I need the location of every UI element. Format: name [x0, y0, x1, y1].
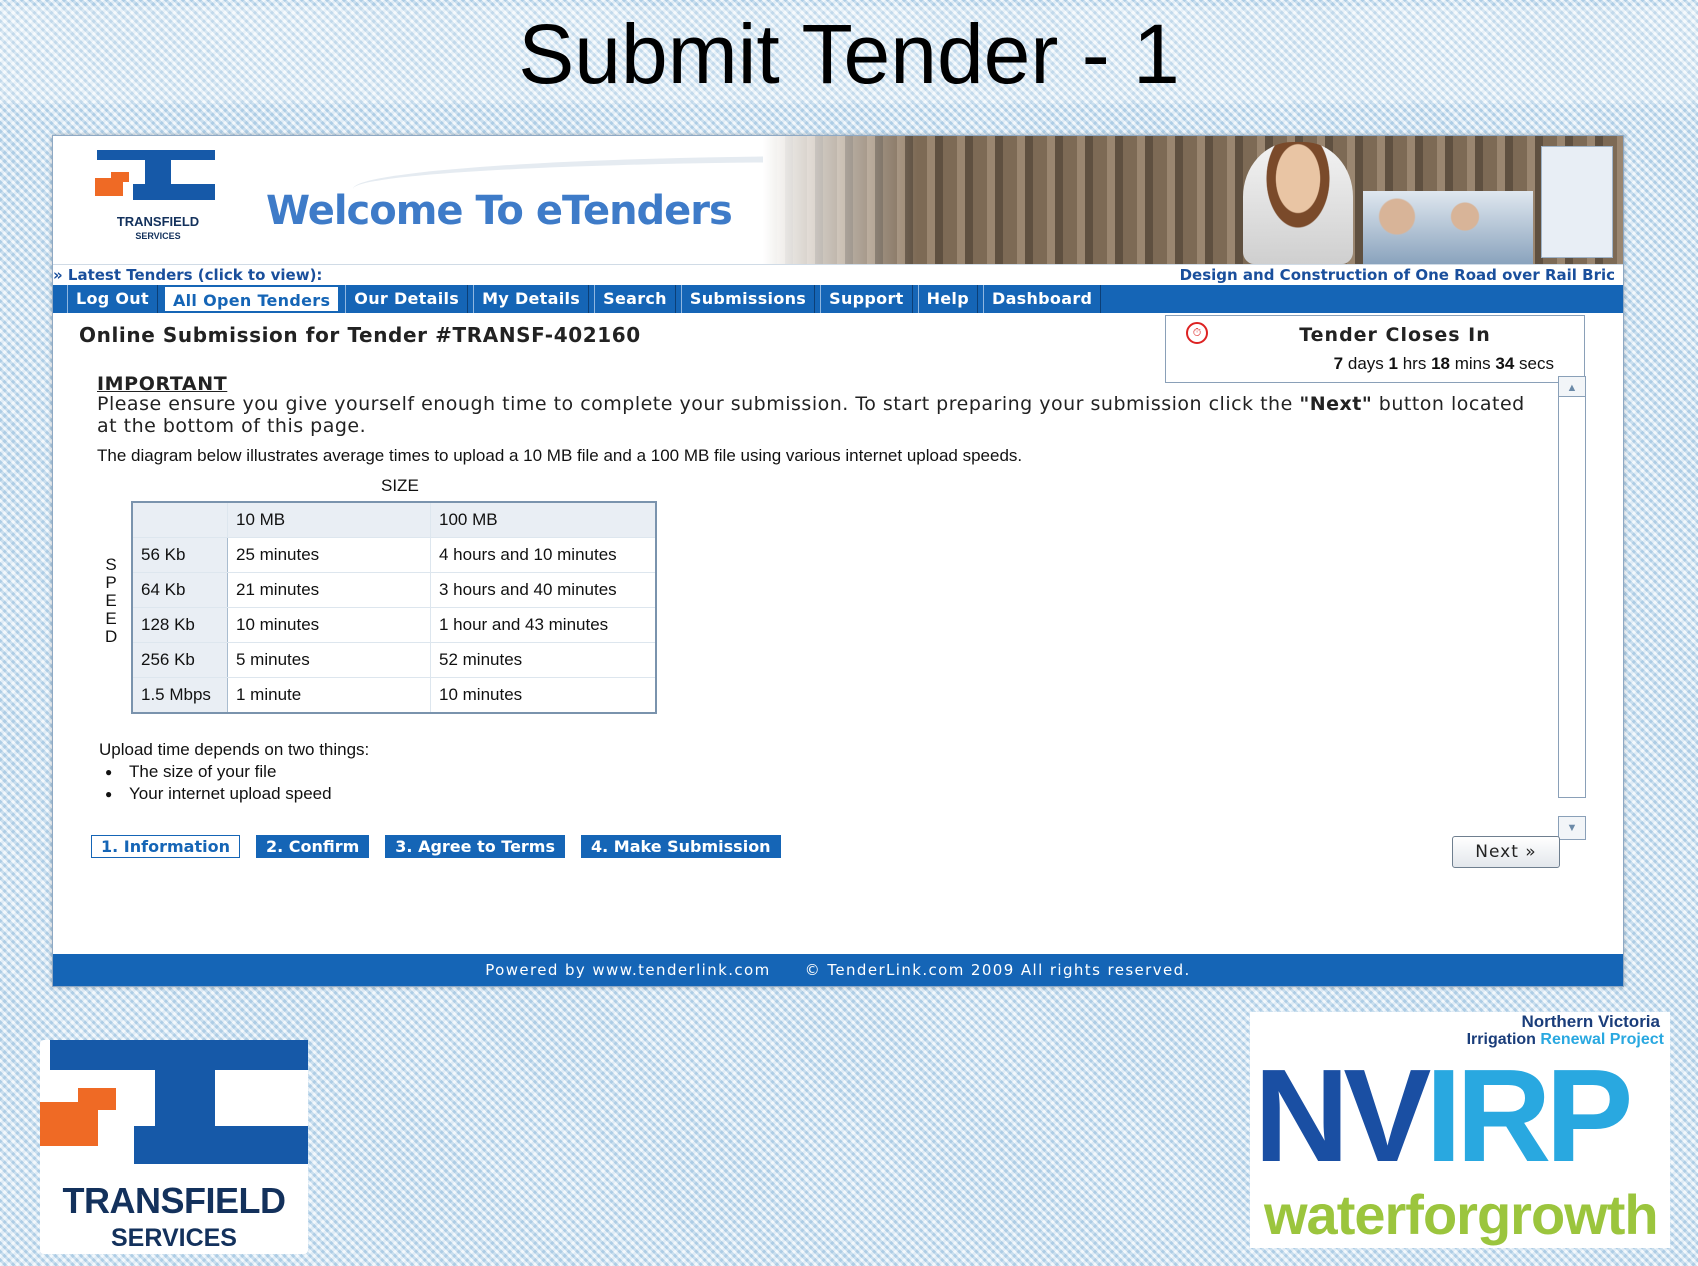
- scroll-track[interactable]: [1558, 396, 1586, 798]
- browser-frame: TRANSFIELD SERVICES Welcome To eTenders …: [52, 135, 1624, 987]
- welcome-heading: Welcome To eTenders: [266, 188, 733, 234]
- submission-steps: 1. Information 2. Confirm 3. Agree to Te…: [91, 835, 781, 858]
- nav-support[interactable]: Support: [820, 285, 913, 313]
- table-cell: 21 minutes: [227, 572, 431, 608]
- countdown: 7 days 1 hrs 18 mins 34 secs: [1333, 354, 1554, 373]
- table-cell: 1 hour and 43 minutes: [430, 607, 657, 643]
- nav-all-open-tenders[interactable]: All Open Tenders: [162, 285, 341, 313]
- size-axis-label: SIZE: [381, 476, 419, 495]
- nav-our-details[interactable]: Our Details: [345, 285, 469, 313]
- transfield-logo-small: TRANSFIELD SERVICES: [93, 150, 223, 250]
- table-row-header: 128 Kb: [131, 607, 228, 643]
- nvirp-logo-wordmark: NVIRP: [1254, 1042, 1633, 1189]
- speed-axis-label: SPEED: [105, 555, 118, 646]
- step-make-submission[interactable]: 4. Make Submission: [581, 835, 781, 858]
- submission-title: Online Submission for Tender #TRANSF-402…: [79, 323, 641, 347]
- main-nav: Log Out All Open Tenders Our Details My …: [53, 285, 1623, 313]
- transfield-logo: TRANSFIELD SERVICES: [40, 1040, 308, 1254]
- content-scrollbar[interactable]: ▲ ▼: [1558, 376, 1586, 840]
- step-agree-to-terms[interactable]: 3. Agree to Terms: [385, 835, 565, 858]
- table-row-header: 56 Kb: [131, 537, 228, 573]
- nav-help[interactable]: Help: [917, 285, 978, 313]
- footer-powered-by[interactable]: Powered by www.tenderlink.com: [485, 961, 770, 979]
- banner-people-image: [1363, 191, 1533, 264]
- latest-tenders-label[interactable]: » Latest Tenders (click to view):: [53, 265, 322, 285]
- table-cell: 5 minutes: [227, 642, 431, 678]
- table-header-row: 10 MB 100 MB: [131, 501, 657, 538]
- table-cell: 3 hours and 40 minutes: [430, 572, 657, 608]
- table-cell: 10 minutes: [430, 677, 657, 714]
- latest-tenders-bar: » Latest Tenders (click to view): Design…: [53, 264, 1623, 285]
- upload-times-table: 10 MB 100 MB 56 Kb 25 minutes 4 hours an…: [131, 501, 657, 714]
- table-row-header: 64 Kb: [131, 572, 228, 608]
- table-cell: 1 minute: [227, 677, 431, 714]
- nav-search[interactable]: Search: [594, 285, 676, 313]
- latest-tender-ticker-link[interactable]: Design and Construction of One Road over…: [1180, 265, 1615, 285]
- step-information[interactable]: 1. Information: [91, 835, 240, 858]
- table-row: 64 Kb 21 minutes 3 hours and 40 minutes: [131, 572, 657, 608]
- content-area: Online Submission for Tender #TRANSF-402…: [53, 313, 1623, 903]
- table-row: 56 Kb 25 minutes 4 hours and 10 minutes: [131, 537, 657, 573]
- tender-closes-label: Tender Closes In: [1299, 324, 1491, 346]
- logo-subtext: SERVICES: [135, 231, 181, 241]
- nav-submissions[interactable]: Submissions: [680, 285, 816, 313]
- table-row-header: 1.5 Mbps: [131, 677, 228, 714]
- nav-my-details[interactable]: My Details: [473, 285, 590, 313]
- important-text: Please ensure you give yourself enough t…: [97, 393, 1525, 437]
- table-row: 128 Kb 10 minutes 1 hour and 43 minutes: [131, 607, 657, 643]
- list-item: The size of your file: [99, 761, 332, 783]
- scroll-down-arrow-icon[interactable]: ▼: [1558, 816, 1586, 840]
- table-cell: 4 hours and 10 minutes: [430, 537, 657, 573]
- nvirp-logo: Northern Victoria Irrigation Renewal Pro…: [1250, 1012, 1670, 1248]
- diagram-intro: The diagram below illustrates average ti…: [97, 446, 1023, 465]
- nvirp-logo-line1: Northern Victoria: [1521, 1012, 1660, 1031]
- table-cell: 25 minutes: [227, 537, 431, 573]
- table-row: 1.5 Mbps 1 minute 10 minutes: [131, 677, 657, 714]
- upload-factors-list: The size of your file Your internet uplo…: [99, 761, 332, 805]
- list-item: Your internet upload speed: [99, 783, 332, 805]
- upload-note: Upload time depends on two things:: [99, 740, 370, 759]
- logo-text: TRANSFIELD: [116, 214, 200, 229]
- table-cell: 10 minutes: [227, 607, 431, 643]
- table-row-header: 256 Kb: [131, 642, 228, 678]
- nav-log-out[interactable]: Log Out: [67, 285, 158, 313]
- tender-closes-box: ⏱ Tender Closes In 7 days 1 hrs 18 mins …: [1165, 315, 1585, 383]
- table-row: 256 Kb 5 minutes 52 minutes: [131, 642, 657, 678]
- footer: Powered by www.tenderlink.com © TenderLi…: [53, 954, 1623, 986]
- nav-dashboard[interactable]: Dashboard: [982, 285, 1102, 313]
- footer-copyright: © TenderLink.com 2009 All rights reserve…: [804, 961, 1191, 979]
- banner: TRANSFIELD SERVICES Welcome To eTenders: [53, 136, 1623, 264]
- important-heading: IMPORTANT: [97, 373, 228, 395]
- table-header-cell: 100 MB: [430, 501, 657, 538]
- transfield-logo-subtext: SERVICES: [111, 1224, 237, 1252]
- banner-screen-image: [1541, 146, 1613, 258]
- nvirp-logo-slogan: waterforgrowth: [1264, 1183, 1659, 1246]
- table-header-cell: [131, 501, 228, 538]
- banner-person-image: [1243, 142, 1353, 264]
- slide-title: Submit Tender - 1: [0, 6, 1698, 103]
- table-cell: 52 minutes: [430, 642, 657, 678]
- step-confirm[interactable]: 2. Confirm: [255, 835, 370, 858]
- next-button[interactable]: Next »: [1452, 836, 1560, 868]
- table-header-cell: 10 MB: [227, 501, 431, 538]
- transfield-logo-text: TRANSFIELD: [62, 1180, 287, 1221]
